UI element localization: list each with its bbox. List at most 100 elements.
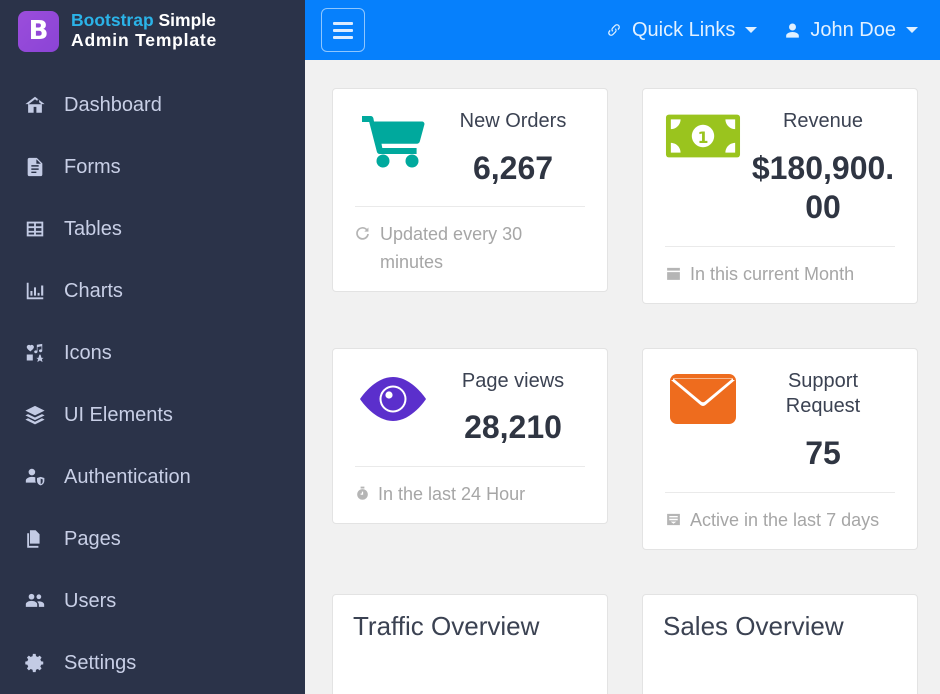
sidebar-item-label: Forms [64,156,121,179]
card-divider [665,246,895,247]
card-column: New Orders 6,267 Updated every 30 minute… [332,88,608,304]
sidebar-item-label: Users [64,590,116,613]
brand-logo[interactable]: B Bootstrap Simple Admin Template [0,0,305,62]
sidebar-item-forms[interactable]: Forms [0,136,305,198]
card-column: Support Request 75 Active in the last 7 … [642,348,918,550]
chevron-down-icon [906,27,918,33]
brand-simple-word: Simple [154,10,216,30]
card-value: 6,267 [441,149,585,189]
card-value: $180,900.00 [751,149,895,228]
card-title: Revenue [751,109,895,135]
card-divider [355,466,585,467]
icons-grid-icon [22,340,48,366]
card-footer: Updated every 30 minutes [355,221,585,277]
money-bill-icon: 1 [665,109,741,159]
top-navbar: Quick Links John Doe [305,0,940,60]
card-title: New Orders [441,109,585,135]
layers-icon [22,402,48,428]
panel-sales-overview: Sales Overview [642,594,918,694]
card-top: 1 Revenue $180,900.00 [665,109,895,228]
card-figures: New Orders 6,267 [441,109,585,188]
bootstrap-logo-icon: B [18,11,59,52]
svg-text:1: 1 [698,129,709,147]
card-figures: Page views 28,210 [441,369,585,448]
panel-title: Sales Overview [663,611,897,642]
panel-column: Traffic Overview [332,594,608,694]
sidebar-item-label: Settings [64,652,136,675]
card-column: Page views 28,210 In the last 24 Hour [332,348,608,550]
card-footer-text: In the last 24 Hour [378,481,525,509]
stat-card-page-views: Page views 28,210 In the last 24 Hour [332,348,608,524]
copy-pages-icon [22,526,48,552]
chevron-down-icon [745,27,757,33]
user-name-label: John Doe [810,19,896,42]
sidebar-item-label: Charts [64,280,123,303]
card-footer-text: In this current Month [690,261,854,289]
card-figures: Revenue $180,900.00 [751,109,895,228]
dashboard-content: New Orders 6,267 Updated every 30 minute… [305,60,940,694]
sidebar-item-users[interactable]: Users [0,570,305,632]
sidebar-item-label: Dashboard [64,94,162,117]
sidebar-item-charts[interactable]: Charts [0,260,305,322]
hamburger-bar [333,36,353,39]
sidebar-item-authentication[interactable]: Authentication [0,446,305,508]
card-value: 75 [751,434,895,474]
card-footer: Active in the last 7 days [665,507,895,535]
card-footer-text: Updated every 30 minutes [380,221,585,277]
stat-cards-row-2: Page views 28,210 In the last 24 Hour [332,348,918,550]
brand-bootstrap-word: Bootstrap [71,10,154,30]
card-column: 1 Revenue $180,900.00 In this current Mo… [642,88,918,304]
stat-card-revenue: 1 Revenue $180,900.00 In this current Mo… [642,88,918,304]
card-figures: Support Request 75 [751,369,895,474]
quick-links-dropdown[interactable]: Quick Links [604,19,757,42]
sidebar-item-label: UI Elements [64,404,173,427]
sidebar-item-ui-elements[interactable]: UI Elements [0,384,305,446]
navbar-right: Quick Links John Doe [604,19,918,42]
users-icon [22,588,48,614]
panel-traffic-overview: Traffic Overview [332,594,608,694]
sidebar-item-label: Tables [64,218,122,241]
card-footer: In this current Month [665,261,895,289]
user-shield-icon [22,464,48,490]
user-icon [783,21,802,40]
app-root: B Bootstrap Simple Admin Template Dashbo… [0,0,940,694]
panel-title: Traffic Overview [353,611,587,642]
card-title: Support Request [751,369,895,420]
sidebar-item-label: Authentication [64,466,191,489]
card-top: Page views 28,210 [355,369,585,448]
link-icon [604,20,624,40]
shopping-cart-icon [355,109,431,169]
stat-card-new-orders: New Orders 6,267 Updated every 30 minute… [332,88,608,292]
menu-toggle-button[interactable] [321,8,365,52]
stat-card-support-request: Support Request 75 Active in the last 7 … [642,348,918,550]
sidebar-item-icons[interactable]: Icons [0,322,305,384]
table-icon [22,216,48,242]
quick-links-label: Quick Links [632,19,735,42]
sidebar-nav: Dashboard Forms Tables Charts [0,74,305,694]
card-top: Support Request 75 [665,369,895,474]
sidebar-item-settings[interactable]: Settings [0,632,305,694]
main-area: Quick Links John Doe [305,0,940,694]
sidebar-item-label: Icons [64,342,112,365]
refresh-icon [355,225,372,242]
overview-panels-row: Traffic Overview Sales Overview [332,594,918,694]
brand-line-2: Admin Template [71,31,217,51]
card-title: Page views [441,369,585,395]
sidebar: B Bootstrap Simple Admin Template Dashbo… [0,0,305,694]
card-footer: In the last 24 Hour [355,481,585,509]
envelope-icon [665,369,741,425]
sidebar-item-dashboard[interactable]: Dashboard [0,74,305,136]
hamburger-bar [333,22,353,25]
sidebar-item-label: Pages [64,528,121,551]
card-value: 28,210 [441,408,585,448]
eye-icon [355,369,431,425]
sidebar-item-tables[interactable]: Tables [0,198,305,260]
card-top: New Orders 6,267 [355,109,585,188]
calendar-icon [665,265,682,282]
hamburger-bar [333,29,353,32]
gear-icon [22,650,48,676]
card-divider [355,206,585,207]
sidebar-item-pages[interactable]: Pages [0,508,305,570]
stopwatch-icon [355,485,370,502]
user-menu-dropdown[interactable]: John Doe [783,19,918,42]
